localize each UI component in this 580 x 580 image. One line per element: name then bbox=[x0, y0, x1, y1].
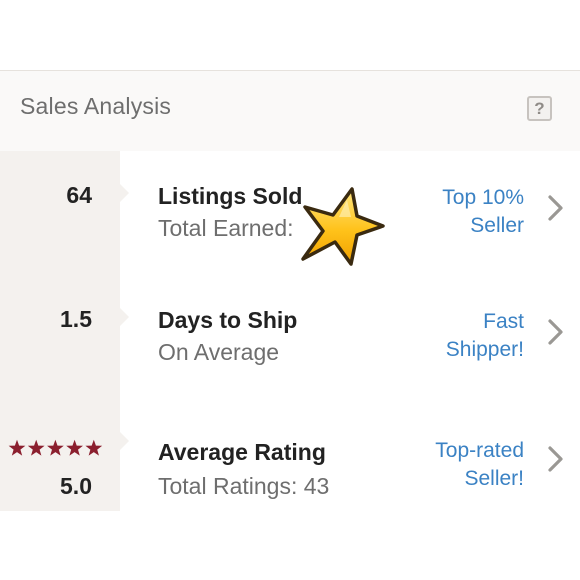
help-button[interactable]: ? bbox=[527, 96, 552, 121]
listings-sold-count: 64 bbox=[66, 182, 92, 208]
badge-line-1: Fast bbox=[483, 310, 524, 333]
stat-cell: 5.0 bbox=[0, 399, 129, 511]
badge-line-2: Seller! bbox=[464, 467, 524, 490]
panel-header: Sales Analysis ? bbox=[0, 71, 580, 152]
badge-line-2: Shipper! bbox=[445, 338, 524, 361]
chevron-right-icon[interactable] bbox=[545, 318, 565, 346]
stat-cell: 1.5 bbox=[0, 275, 129, 399]
star-icon bbox=[301, 187, 385, 266]
badge-line-1: Top-rated bbox=[435, 439, 524, 462]
sales-analysis-panel: Sales Analysis ? 64 Listings Sold Total … bbox=[0, 70, 580, 511]
row-title: Listings Sold bbox=[158, 183, 303, 209]
question-mark-icon: ? bbox=[534, 99, 545, 118]
panel-title: Sales Analysis bbox=[20, 93, 172, 119]
star-icon bbox=[8, 439, 26, 456]
stat-row-listings-sold[interactable]: 64 Listings Sold Total Earned: Top 10% S… bbox=[0, 151, 580, 276]
row-subtitle: Total Ratings: 43 bbox=[158, 473, 330, 499]
chevron-right-icon[interactable] bbox=[545, 194, 565, 222]
average-rating-value: 5.0 bbox=[60, 473, 92, 499]
chevron-right-icon[interactable] bbox=[545, 445, 565, 473]
seller-badge-link[interactable]: Top 10% Seller bbox=[384, 184, 524, 240]
star-icon bbox=[85, 439, 103, 456]
stat-row-days-to-ship[interactable]: 1.5 Days to Ship On Average Fast Shipper… bbox=[0, 275, 580, 400]
row-title: Average Rating bbox=[158, 439, 326, 465]
stat-row-average-rating[interactable]: 5.0 Average Rating Total Ratings: 43 Top… bbox=[0, 399, 580, 511]
row-subtitle: On Average bbox=[158, 339, 280, 365]
row-subtitle: Total Earned: bbox=[158, 215, 294, 241]
star-icon bbox=[47, 439, 64, 456]
top-rated-badge-link[interactable]: Top-rated Seller! bbox=[384, 437, 524, 493]
badge-line-2: Seller bbox=[470, 214, 524, 237]
rating-stars bbox=[8, 439, 103, 456]
days-to-ship-value: 1.5 bbox=[60, 306, 92, 332]
badge-line-1: Top 10% bbox=[442, 186, 524, 209]
shipper-badge-link[interactable]: Fast Shipper! bbox=[384, 308, 524, 364]
row-title: Days to Ship bbox=[158, 307, 298, 333]
stat-cell: 64 bbox=[0, 151, 129, 275]
star-icon bbox=[66, 439, 83, 456]
star-icon bbox=[27, 439, 45, 456]
